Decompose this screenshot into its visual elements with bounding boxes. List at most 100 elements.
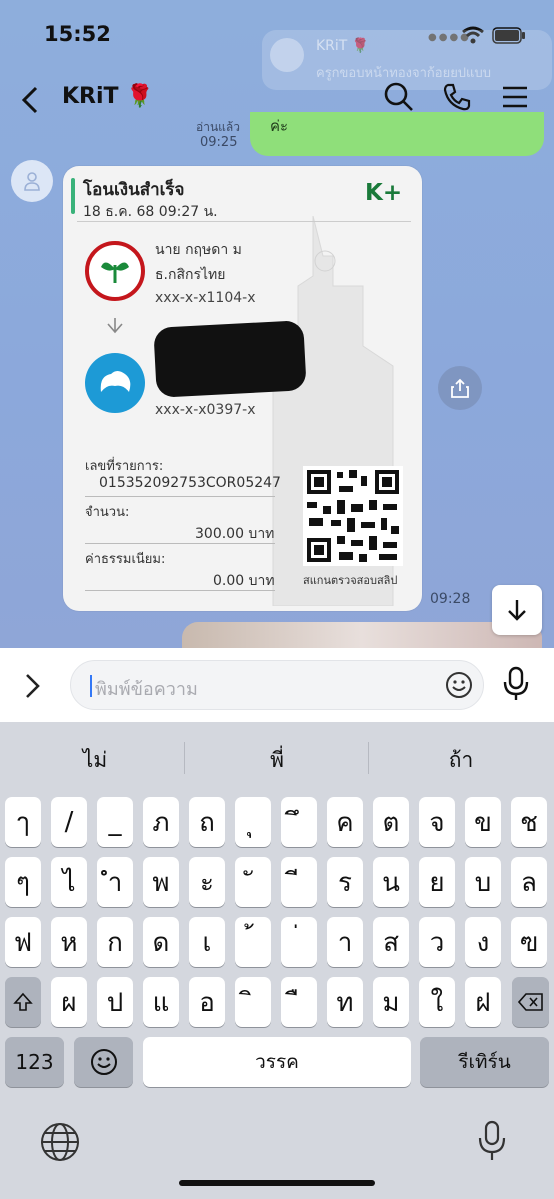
key-row3-6[interactable]: ้ (235, 917, 271, 967)
previous-message-text: ค่ะ (270, 117, 289, 135)
microphone-icon[interactable] (503, 666, 529, 702)
key-row1-3[interactable]: _ (97, 797, 133, 847)
suggestion-divider (368, 742, 369, 774)
return-key[interactable]: รีเทิร์น (420, 1037, 549, 1087)
previous-message-bubble[interactable]: ค่ะ (250, 112, 544, 156)
menu-icon[interactable] (500, 82, 530, 112)
fee-label: ค่าธรรมเนียม: (85, 552, 166, 567)
key-row3-5[interactable]: เ (189, 917, 225, 967)
numbers-key[interactable]: 123 (5, 1037, 64, 1087)
space-key[interactable]: วรรค (143, 1037, 411, 1087)
message-placeholder: พิมพ์ข้อความ (95, 679, 198, 700)
key-row4-7[interactable]: ท (327, 977, 363, 1027)
key-row2-10[interactable]: ย (419, 857, 455, 907)
transfer-slip-image[interactable]: โอนเงินสำเร็จ 18 ธ.ค. 68 09:27 น. K+ นาย… (63, 166, 422, 611)
key-row4-1[interactable]: ผ (51, 977, 87, 1027)
key-row3-8[interactable]: า (327, 917, 363, 967)
key-row2-3[interactable]: ำ (97, 857, 133, 907)
receiver-account: xxx-x-x0397-x (155, 402, 256, 418)
key-row1-6[interactable]: ุ (235, 797, 271, 847)
slip-divider (77, 221, 411, 222)
emoji-key[interactable] (74, 1037, 133, 1087)
emoji-icon[interactable] (445, 671, 473, 699)
delete-key[interactable] (512, 977, 549, 1027)
back-icon[interactable] (20, 86, 40, 114)
chat-title: KRiT 🌹 (62, 84, 154, 109)
shift-key[interactable] (5, 977, 41, 1027)
backspace-icon (517, 993, 543, 1011)
key-row2-12[interactable]: ล (511, 857, 547, 907)
ref-underline (85, 496, 275, 497)
amount-value: 300.00 บาท (195, 526, 275, 542)
phone-icon[interactable] (442, 82, 472, 112)
amount-underline (85, 543, 275, 544)
key-row2-9[interactable]: น (373, 857, 409, 907)
key-row4-10[interactable]: ฝ (465, 977, 501, 1027)
slip-title: โอนเงินสำเร็จ (83, 180, 185, 200)
dictation-mic-icon[interactable] (478, 1120, 506, 1162)
search-icon[interactable] (384, 82, 414, 112)
key-row3-4[interactable]: ด (143, 917, 179, 967)
keyboard: ไม่ พี่ ถ้า ๅ/_ภถุึคตจขชๆไำพะัีรนยบลฟหกด… (0, 722, 554, 1199)
kasikorn-bank-logo (85, 241, 145, 301)
message-input[interactable]: พิมพ์ข้อความ (70, 660, 484, 710)
key-row4-4[interactable]: อ (189, 977, 225, 1027)
key-row4-8[interactable]: ม (373, 977, 409, 1027)
shift-icon (13, 992, 33, 1011)
transfer-arrow-icon (107, 318, 123, 334)
key-row4-9[interactable]: ใ (419, 977, 455, 1027)
key-row3-3[interactable]: ก (97, 917, 133, 967)
key-row4-2[interactable]: ป (97, 977, 133, 1027)
key-row2-8[interactable]: ร (327, 857, 363, 907)
key-row2-1[interactable]: ๆ (5, 857, 41, 907)
key-row4-6[interactable]: ื (281, 977, 317, 1027)
suggestion-3[interactable]: ถ้า (386, 744, 536, 777)
key-row1-4[interactable]: ภ (143, 797, 179, 847)
key-row1-11[interactable]: ข (465, 797, 501, 847)
ref-value: 015352092753COR05247 (99, 475, 281, 491)
key-row1-7[interactable]: ึ (281, 797, 317, 847)
key-row1-1[interactable]: ๅ (5, 797, 41, 847)
key-row1-2[interactable]: / (51, 797, 87, 847)
key-row2-5[interactable]: ะ (189, 857, 225, 907)
key-row3-10[interactable]: ว (419, 917, 455, 967)
chat-area[interactable]: 15:52 ●●●● KRiT 🌹 ครูกขอบหน้าทองจาก้อยยป… (0, 0, 554, 648)
previous-message-time: 09:25 (200, 135, 238, 150)
key-row4-5[interactable]: ิ (235, 977, 271, 1027)
key-row4-3[interactable]: แ (143, 977, 179, 1027)
qr-label: สแกนตรวจสอบสลิป (303, 574, 398, 587)
key-row1-8[interactable]: ค (327, 797, 363, 847)
key-row3-9[interactable]: ส (373, 917, 409, 967)
key-row2-7[interactable]: ี (281, 857, 317, 907)
sender-account: xxx-x-x1104-x (155, 290, 256, 306)
key-row3-11[interactable]: ง (465, 917, 501, 967)
key-row1-10[interactable]: จ (419, 797, 455, 847)
avatar[interactable] (11, 160, 53, 202)
key-row3-2[interactable]: ห (51, 917, 87, 967)
globe-icon[interactable] (40, 1122, 80, 1162)
sender-name: นาย กฤษดา ม (155, 242, 242, 258)
slip-accent-bar (71, 178, 75, 214)
key-row3-7[interactable]: ่ (281, 917, 317, 967)
key-row3-12[interactable]: ฃ (511, 917, 547, 967)
share-button[interactable] (438, 366, 482, 410)
suggestion-2[interactable]: พี่ (202, 744, 352, 777)
key-row1-9[interactable]: ต (373, 797, 409, 847)
key-row2-11[interactable]: บ (465, 857, 501, 907)
scroll-to-bottom-button[interactable] (492, 585, 542, 635)
key-row1-12[interactable]: ช (511, 797, 547, 847)
key-row2-6[interactable]: ั (235, 857, 271, 907)
key-row1-5[interactable]: ถ (189, 797, 225, 847)
emoji-icon (90, 1049, 117, 1075)
next-image-message[interactable] (182, 622, 542, 648)
fee-value: 0.00 บาท (213, 573, 275, 589)
arrow-down-icon (508, 600, 526, 621)
key-row3-1[interactable]: ฟ (5, 917, 41, 967)
expand-icon[interactable] (24, 672, 42, 700)
key-row2-4[interactable]: พ (143, 857, 179, 907)
suggestion-1[interactable]: ไม่ (20, 744, 170, 777)
fee-underline (85, 590, 275, 591)
message-input-bar: พิมพ์ข้อความ (0, 648, 554, 722)
key-row2-2[interactable]: ไ (51, 857, 87, 907)
notification-name: KRiT 🌹 (316, 38, 370, 54)
